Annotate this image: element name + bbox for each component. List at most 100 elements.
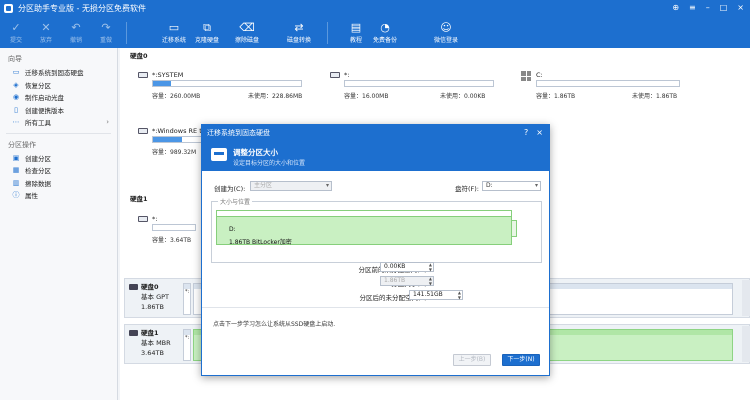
sidebar-item-create-partition[interactable]: ▣ 创建分区 <box>0 152 117 165</box>
partition-icon <box>138 72 148 78</box>
apply-button[interactable]: ✓ 提交 <box>2 17 30 48</box>
dialog-title: 迁移系统到固态硬盘 <box>207 129 270 137</box>
migrate-os-icon: ▭ <box>168 21 180 34</box>
migrate-icon: ▭ <box>12 68 20 77</box>
tip-text: 点击下一步学习怎么让系统从SSD硬盘上启动. <box>213 321 336 328</box>
dialog-divider <box>202 307 549 308</box>
create-partition-icon: ▣ <box>12 153 20 162</box>
wipe-disk-icon: ⌫ <box>239 21 255 34</box>
drive-letter-label: 盘符(F): <box>455 185 480 193</box>
scrollbar[interactable] <box>742 326 750 362</box>
app-logo-icon <box>4 4 13 13</box>
undo-button[interactable]: ↶ 撤销 <box>62 17 90 48</box>
dialog-title-bar: 迁移系统到固态硬盘 ? × <box>202 125 549 141</box>
sidebar-item-properties[interactable]: ⓘ 属性 <box>0 189 117 202</box>
wipe-data-icon: ▥ <box>12 178 20 187</box>
sidebar-item-recover-partition[interactable]: ◈ 恢复分区 <box>0 79 117 92</box>
sidebar-item-migrate-ssd[interactable]: ▭ 迁移系统到固态硬盘 <box>0 66 117 79</box>
drive-letter-select[interactable]: D: ▾ <box>482 181 541 191</box>
migrate-os-dialog: 迁移系统到固态硬盘 ? × 调整分区大小 设定目标分区的大小和位置 创建为(C)… <box>201 124 550 376</box>
redo-icon: ↷ <box>101 21 111 34</box>
sidebar-item-portable[interactable]: ▯ 创建便携版本 <box>0 104 117 117</box>
next-button[interactable]: 下一步(N) <box>502 354 540 366</box>
spin-arrows-icon[interactable]: ▲ ▼ <box>458 290 461 300</box>
scrollbar[interactable] <box>742 280 750 316</box>
redo-button[interactable]: ↷ 重做 <box>92 17 120 48</box>
usage-bar <box>344 80 494 87</box>
create-as-label: 创建为(C): <box>214 185 246 193</box>
partition-card[interactable]: *: 容量：3.64TB <box>130 210 200 248</box>
menu-icon[interactable]: ≡ <box>689 3 696 12</box>
wechat-icon: ☺ <box>440 21 452 34</box>
sidebar-item-wipe-data[interactable]: ▥ 擦除数据 <box>0 177 117 190</box>
extra-icon[interactable]: ⊕ <box>672 3 679 12</box>
resize-handle[interactable] <box>512 220 517 237</box>
bootable-disc-icon: ◉ <box>12 93 20 102</box>
resize-partition-icon <box>211 148 227 161</box>
discard-icon: ✕ <box>41 21 51 34</box>
disk-icon <box>129 330 138 336</box>
portable-icon: ▯ <box>14 105 18 114</box>
partition-card[interactable]: *:SYSTEM 容量：260.00MB 未使用：228.86MB <box>130 66 310 104</box>
window-title: 分区助手专业版 - 无损分区免费软件 <box>18 4 146 13</box>
dialog-header: 调整分区大小 设定目标分区的大小和位置 <box>202 141 549 171</box>
sidebar-item-bootable-disc[interactable]: ◉ 制作启动光盘 <box>0 91 117 104</box>
create-as-select[interactable]: 主分区 ▾ <box>250 181 332 191</box>
recover-icon: ◈ <box>13 80 19 89</box>
help-icon[interactable]: ? <box>524 128 528 137</box>
partition-card[interactable]: *: 容量：16.00MB 未使用：0.00KB <box>322 66 502 104</box>
partition-icon <box>330 72 340 78</box>
disk-convert-button[interactable]: ⇄ 磁盘转换 <box>285 17 313 48</box>
title-bar: 分区助手专业版 - 无损分区免费软件 ⊕ ≡ – □ × <box>0 0 750 17</box>
partition-resize-box[interactable]: D: 1.86TB BitLocker加密 <box>216 210 517 246</box>
disk1-label: 硬盘1 <box>130 195 148 203</box>
partition-desc: 1.86TB BitLocker加密 <box>229 239 292 246</box>
check-icon: ✓ <box>11 21 21 34</box>
partition-segment[interactable]: *: <box>183 329 191 361</box>
wechat-login-button[interactable]: ☺ 微信登录 <box>432 17 460 48</box>
left-sidebar: 向导 ▭ 迁移系统到固态硬盘 ◈ 恢复分区 ◉ 制作启动光盘 ▯ 创建便携版本 … <box>0 48 118 400</box>
toolbar-separator <box>126 22 127 44</box>
usage-bar <box>536 80 680 87</box>
main-toolbar: ✓ 提交 ✕ 放弃 ↶ 撤销 ↷ 重做 ▭ 迁移系统 ⧉ 克隆硬盘 ⌫ 擦除磁盘… <box>0 17 750 48</box>
minimize-icon[interactable]: – <box>706 3 710 12</box>
free-backup-button[interactable]: ◔ 免费备份 <box>371 17 399 48</box>
discard-button[interactable]: ✕ 放弃 <box>32 17 60 48</box>
maximize-icon[interactable]: □ <box>720 3 728 12</box>
tutorial-button[interactable]: ▤ 教程 <box>342 17 370 48</box>
sidebar-item-all-tools[interactable]: ⋯ 所有工具 › <box>0 116 117 129</box>
dialog-body: 创建为(C): 主分区 ▾ 盘符(F): D: ▾ 大小与位置 D: 1.86T… <box>202 171 549 375</box>
sidebar-item-check-partition[interactable]: ▦ 检查分区 <box>0 164 117 177</box>
wipe-disk-button[interactable]: ⌫ 擦除磁盘 <box>233 17 261 48</box>
partition-letter: D: <box>229 226 236 233</box>
partition-icon <box>138 128 148 134</box>
usage-bar-fill <box>153 81 171 86</box>
migrate-os-button[interactable]: ▭ 迁移系统 <box>160 17 188 48</box>
partition-card[interactable]: C: 容量：1.86TB 未使用：1.86TB <box>514 66 694 104</box>
usage-bar <box>152 80 302 87</box>
check-partition-icon: ▦ <box>12 166 20 175</box>
clone-disk-button[interactable]: ⧉ 克隆硬盘 <box>193 17 221 48</box>
partition-size-input[interactable]: 1.86TB ▲ ▼ <box>380 276 434 286</box>
wizards-group-title: 向导 <box>8 55 22 63</box>
partition-ops-group-title: 分区操作 <box>8 140 36 149</box>
info-icon: ⓘ <box>12 191 20 200</box>
toolbar-separator <box>327 22 328 44</box>
window-controls: ⊕ ≡ – □ × <box>672 3 744 12</box>
clone-disk-icon: ⧉ <box>203 21 211 34</box>
previous-button[interactable]: 上一步(B) <box>453 354 491 366</box>
tools-icon: ⋯ <box>12 118 20 127</box>
before-space-input[interactable]: 0.00KB ▲ ▼ <box>380 262 434 272</box>
disk-convert-icon: ⇄ <box>294 21 304 34</box>
undo-icon: ↶ <box>71 21 81 34</box>
spin-arrows-icon[interactable]: ▲ ▼ <box>429 262 432 272</box>
disk-icon <box>129 284 138 290</box>
after-space-input[interactable]: 141.51GB ▲ ▼ <box>409 290 463 300</box>
windows-logo-icon <box>521 71 531 81</box>
close-icon[interactable]: × <box>737 3 744 12</box>
partition-segment[interactable]: *: <box>183 283 191 315</box>
size-position-label: 大小与位置 <box>218 197 253 206</box>
spin-arrows-icon[interactable]: ▲ ▼ <box>429 276 432 286</box>
close-icon[interactable]: × <box>536 128 543 137</box>
disk0-label: 硬盘0 <box>130 52 148 60</box>
